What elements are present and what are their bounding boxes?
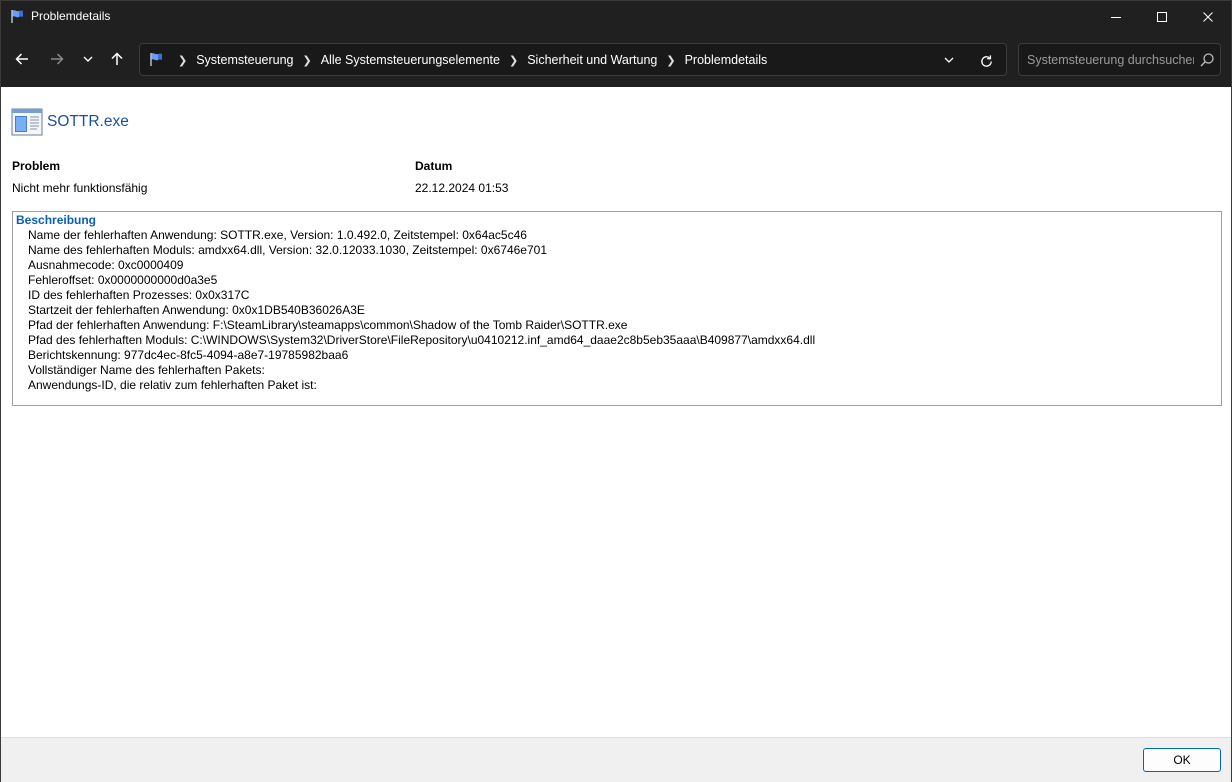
flag-icon — [11, 10, 23, 23]
description-line: Startzeit der fehlerhaften Anwendung: 0x… — [28, 303, 365, 317]
problem-label: Problem — [12, 159, 61, 173]
description-line: Pfad der fehlerhaften Anwendung: F:\Stea… — [28, 318, 628, 332]
chevron-right-icon[interactable]: ❯ — [666, 54, 675, 67]
arrow-right-icon — [51, 53, 64, 65]
minimize-icon — [1111, 16, 1121, 18]
date-value: 22.12.2024 01:53 — [415, 181, 509, 195]
problem-details-window: Problemdetails ❯ Systemsteuerung ❯ Alle … — [0, 0, 1232, 782]
search-box[interactable] — [1018, 43, 1221, 76]
address-bar[interactable]: ❯ Systemsteuerung ❯ Alle Systemsteuerung… — [139, 43, 1007, 76]
minimize-button[interactable] — [1093, 1, 1139, 32]
up-button[interactable] — [104, 46, 130, 72]
breadcrumb-problemdetails[interactable]: Problemdetails — [685, 53, 768, 67]
flag-icon — [150, 53, 162, 66]
window-title: Problemdetails — [31, 9, 111, 23]
description-lines: Name der fehlerhaften Anwendung: SOTTR.e… — [28, 228, 815, 393]
recent-locations-button[interactable] — [77, 46, 99, 72]
problem-value: Nicht mehr funktionsfähig — [12, 181, 148, 195]
title-bar[interactable]: Problemdetails — [1, 1, 1231, 32]
description-line: Fehleroffset: 0x0000000000d0a3e5 — [28, 273, 218, 287]
date-label: Datum — [415, 159, 453, 173]
application-icon — [11, 108, 43, 136]
description-line: Name des fehlerhaften Moduls: amdxx64.dl… — [28, 243, 547, 257]
refresh-icon — [980, 54, 992, 67]
description-line: Vollständiger Name des fehlerhaften Pake… — [28, 363, 265, 377]
footer-bar: OK — [1, 737, 1231, 782]
search-icon — [1200, 53, 1214, 67]
description-title: Beschreibung — [16, 213, 97, 227]
breadcrumb-systemsteuerung[interactable]: Systemsteuerung — [196, 53, 293, 67]
description-line: Pfad des fehlerhaften Moduls: C:\WINDOWS… — [28, 333, 816, 347]
navigation-bar: ❯ Systemsteuerung ❯ Alle Systemsteuerung… — [1, 32, 1231, 87]
arrow-left-icon — [15, 53, 28, 65]
chevron-right-icon[interactable]: ❯ — [509, 54, 518, 67]
close-icon — [1203, 11, 1213, 22]
breadcrumb-sicherheit-und-wartung[interactable]: Sicherheit und Wartung — [527, 53, 657, 67]
breadcrumb: ❯ Systemsteuerung ❯ Alle Systemsteuerung… — [172, 53, 767, 67]
arrow-up-icon — [111, 52, 123, 65]
forward-button[interactable] — [44, 46, 70, 72]
description-line: Berichtskennung: 977dc4ec-8fc5-4094-a8e7… — [28, 348, 349, 362]
search-input[interactable] — [1019, 44, 1194, 75]
chevron-down-icon — [944, 57, 954, 63]
chevron-right-icon[interactable]: ❯ — [303, 54, 312, 67]
chevron-right-icon[interactable]: ❯ — [178, 54, 187, 67]
content-area: SOTTR.exe Problem Datum Nicht mehr funkt… — [1, 87, 1231, 737]
close-button[interactable] — [1185, 1, 1231, 32]
chevron-down-icon — [83, 56, 93, 62]
ok-button[interactable]: OK — [1143, 748, 1221, 772]
back-button[interactable] — [9, 46, 35, 72]
description-line: Ausnahmecode: 0xc0000409 — [28, 258, 184, 272]
application-name: SOTTR.exe — [47, 113, 129, 130]
description-line: ID des fehlerhaften Prozesses: 0x0x317C — [28, 288, 250, 302]
breadcrumb-alle-elemente[interactable]: Alle Systemsteuerungselemente — [321, 53, 500, 67]
description-box: Beschreibung Name der fehlerhaften Anwen… — [12, 211, 1222, 406]
description-line: Anwendungs-ID, die relativ zum fehlerhaf… — [28, 378, 317, 392]
refresh-button[interactable] — [976, 51, 996, 71]
maximize-button[interactable] — [1139, 1, 1185, 32]
address-dropdown-button[interactable] — [940, 52, 958, 68]
description-line: Name der fehlerhaften Anwendung: SOTTR.e… — [28, 228, 527, 242]
maximize-icon — [1157, 11, 1167, 22]
